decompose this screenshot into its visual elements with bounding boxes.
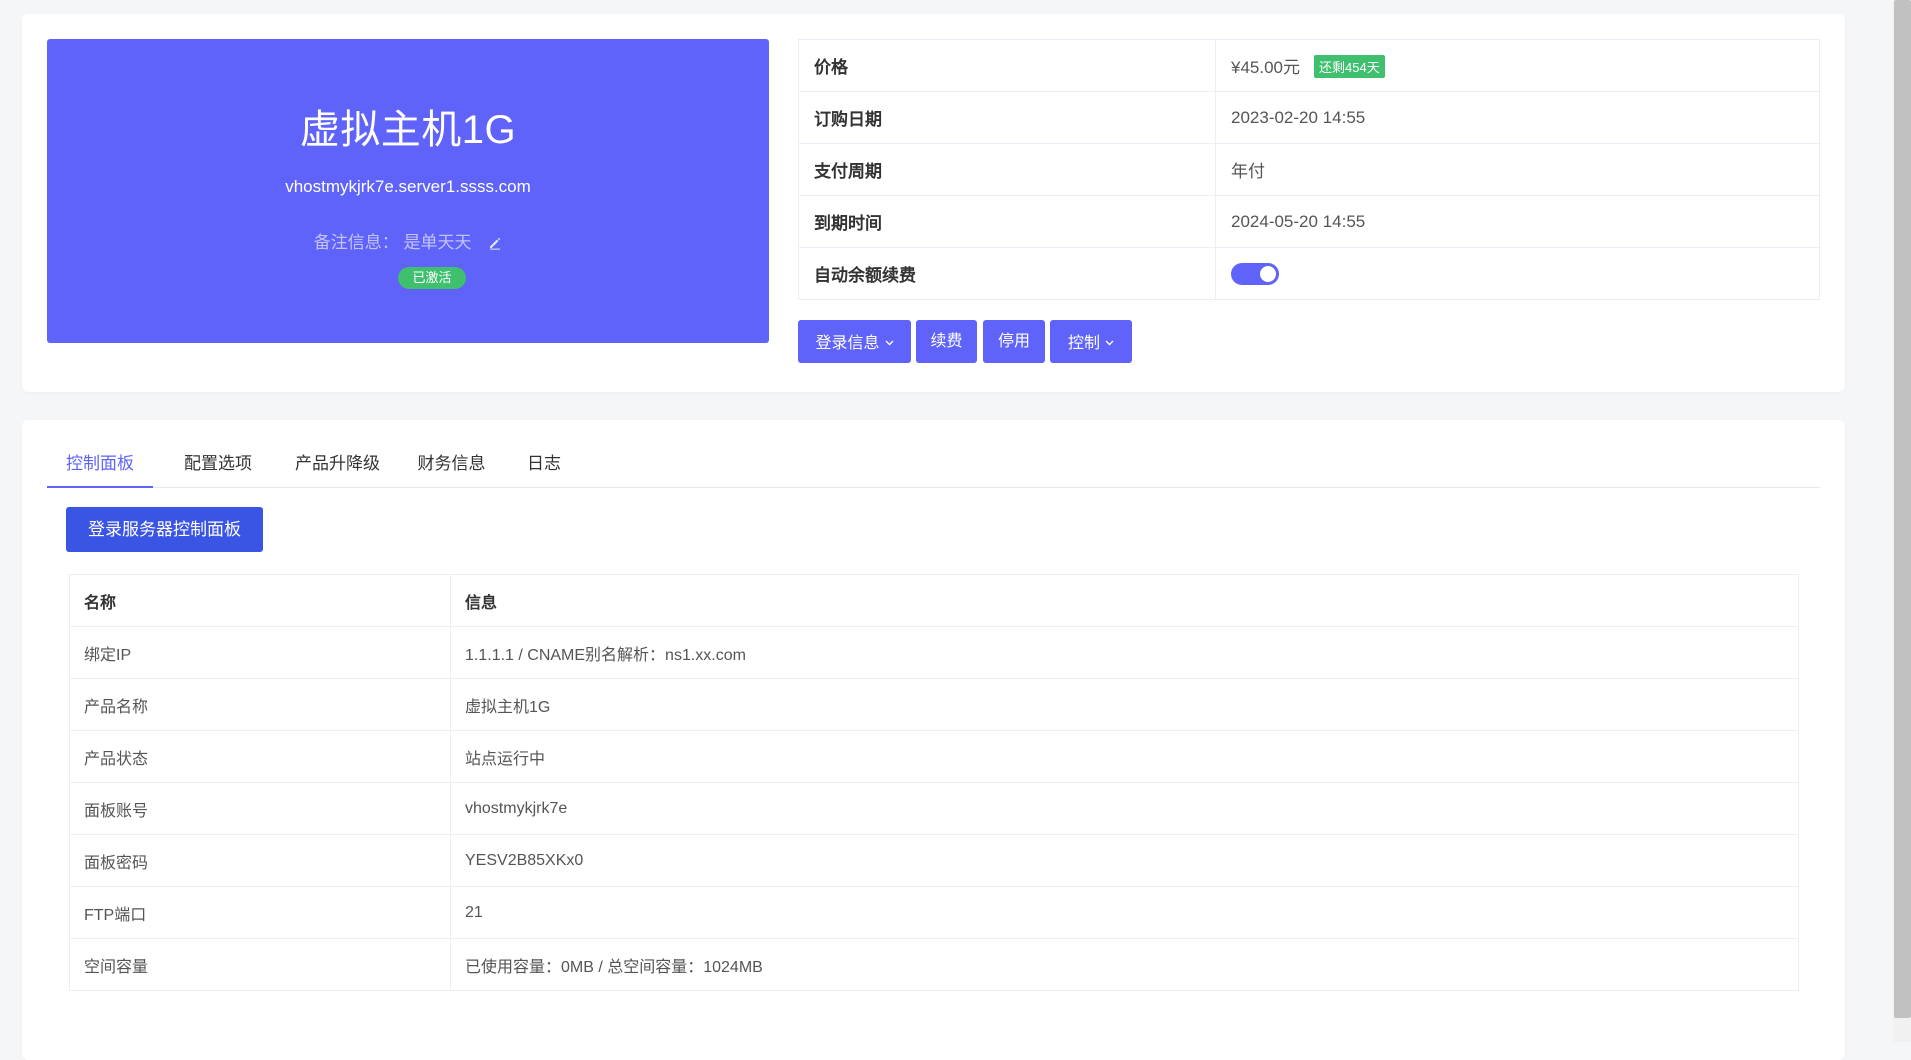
control-label: 控制 [1067,335,1100,352]
info-row-cycle: 支付周期 年付 [798,143,1820,196]
edit-remark-icon[interactable] [488,235,502,255]
auto-renew-cell [1216,248,1820,300]
control-dropdown-button[interactable]: 控制 [1050,320,1132,363]
info-row-auto-renew: 自动余额续费 [798,247,1820,300]
price-label: 价格 [798,39,1216,92]
auto-renew-toggle[interactable] [1231,262,1279,285]
table-row: 产品状态 站点运行中 [69,730,1799,783]
tab-control-panel[interactable]: 控制面板 [47,448,153,488]
table-header: 名称 信息 [69,574,1799,627]
table-row: FTP端口 21 [69,886,1799,939]
row-info: 虚拟主机1G [450,678,1799,731]
chevron-down-icon [1105,320,1114,363]
tab-log[interactable]: 日志 [514,448,574,486]
row-name: 面板密码 [69,834,451,887]
price-cell: ¥45.00元 还剩454天 [1215,39,1820,92]
product-info-table: 价格 ¥45.00元 还剩454天 订购日期 2023-02-20 14:55 支… [798,39,1820,300]
info-row-order-date: 订购日期 2023-02-20 14:55 [798,91,1820,144]
remark-label: 备注信息： [313,233,399,252]
product-summary-card: 虚拟主机1G vhostmykjrk7e.server1.ssss.com 备注… [22,14,1845,392]
row-name: 面板账号 [69,782,451,835]
row-info: 站点运行中 [450,730,1799,783]
table-row: 产品名称 虚拟主机1G [69,678,1799,731]
scrollbar-thumb[interactable] [1894,0,1911,1018]
login-info-dropdown-button[interactable]: 登录信息 [798,320,911,363]
column-header-name: 名称 [69,574,451,627]
table-row: 面板账号 vhostmykjrk7e [69,782,1799,835]
row-info: YESV2B85XKx0 [450,834,1799,887]
product-name: 虚拟主机1G [299,108,517,152]
info-row-price: 价格 ¥45.00元 还剩454天 [798,39,1820,92]
info-row-expire: 到期时间 2024-05-20 14:55 [798,195,1820,248]
chevron-down-icon [885,320,894,363]
product-detail-card: 控制面板 配置选项 产品升降级 财务信息 日志 登录服务器控制面板 名称 信息 … [22,420,1845,1060]
remain-days-badge: 还剩454天 [1314,55,1385,78]
row-name: 绑定IP [69,626,451,679]
row-name: 产品状态 [69,730,451,783]
remark: 备注信息： 是单天天 [47,228,769,255]
row-info: 已使用容量：0MB / 总空间容量：1024MB [450,938,1799,991]
remark-value: 是单天天 [403,233,472,252]
cycle-value: 年付 [1215,143,1820,196]
panel-info-table: 名称 信息 绑定IP 1.1.1.1 / CNAME别名解析：ns1.xx.com… [69,574,1799,991]
order-date-value: 2023-02-20 14:55 [1215,91,1820,144]
cycle-label: 支付周期 [798,143,1216,196]
price-value: ¥45.00元 [1231,58,1300,77]
column-header-info: 信息 [450,574,1799,627]
product-hero: 虚拟主机1G vhostmykjrk7e.server1.ssss.com 备注… [47,39,769,343]
order-date-label: 订购日期 [798,91,1216,144]
login-server-panel-button[interactable]: 登录服务器控制面板 [66,507,263,552]
renew-button[interactable]: 续费 [916,320,977,363]
auto-renew-label: 自动余额续费 [798,247,1216,300]
row-name: FTP端口 [69,886,451,939]
tab-upgrade-downgrade[interactable]: 产品升降级 [280,448,395,486]
expire-value: 2024-05-20 14:55 [1215,195,1820,248]
disable-button[interactable]: 停用 [983,320,1045,363]
table-row: 空间容量 已使用容量：0MB / 总空间容量：1024MB [69,938,1799,991]
status-badge: 已激活 [398,267,466,289]
tab-finance[interactable]: 财务信息 [404,448,499,486]
table-row: 绑定IP 1.1.1.1 / CNAME别名解析：ns1.xx.com [69,626,1799,679]
tab-config-options[interactable]: 配置选项 [163,448,273,486]
login-info-label: 登录信息 [815,335,880,352]
detail-tabs: 控制面板 配置选项 产品升降级 财务信息 日志 [47,448,1820,488]
row-name: 产品名称 [69,678,451,731]
product-domain: vhostmykjrk7e.server1.ssss.com [285,177,531,196]
table-row: 面板密码 YESV2B85XKx0 [69,834,1799,887]
row-name: 空间容量 [69,938,451,991]
expire-label: 到期时间 [798,195,1216,248]
row-info: 1.1.1.1 / CNAME别名解析：ns1.xx.com [450,626,1799,679]
row-info: vhostmykjrk7e [450,782,1799,835]
toggle-knob [1260,265,1276,282]
row-info: 21 [450,886,1799,939]
